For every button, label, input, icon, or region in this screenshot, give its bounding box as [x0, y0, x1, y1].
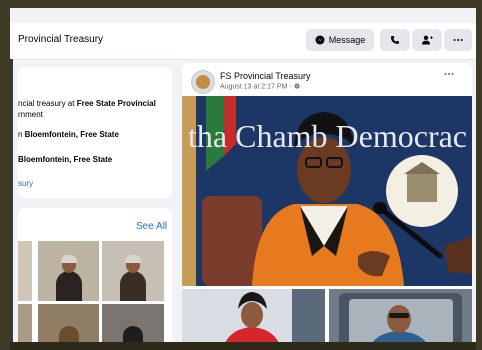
post-author-name[interactable]: FS Provincial Treasury	[220, 71, 311, 81]
page-header-bar: Provincial Treasury Message	[10, 23, 476, 60]
intro-description-cont: rnment	[18, 110, 43, 119]
post-more-icon[interactable]	[444, 72, 454, 76]
photo-thumbnail[interactable]	[102, 241, 164, 301]
phone-icon	[391, 36, 399, 44]
post-card: FS Provincial Treasury August 13 at 2:17…	[182, 63, 472, 342]
message-button[interactable]: Message	[306, 29, 374, 51]
secondary-photo-scene	[329, 289, 472, 342]
page-title[interactable]: Provincial Treasury	[18, 34, 103, 45]
add-person-icon	[421, 35, 433, 45]
secondary-photo-scene	[182, 289, 325, 342]
intro-city-link[interactable]: Bloemfontein, Free State	[25, 130, 119, 139]
facebook-page-frame: Provincial Treasury Message ncial treasu…	[10, 8, 476, 342]
photo-thumbnail[interactable]	[38, 241, 99, 301]
bottom-shadow-strip	[10, 342, 476, 350]
photos-card: See All	[18, 208, 172, 342]
post-secondary-photo[interactable]	[329, 289, 472, 342]
intro-hometown-link[interactable]: Bloemfontein, Free State	[18, 155, 112, 164]
intro-text: ncial treasury at	[18, 99, 77, 108]
photo-thumbnail[interactable]	[18, 241, 32, 301]
post-secondary-photo[interactable]	[182, 289, 325, 342]
intro-lives-in: n Bloemfontein, Free State	[18, 130, 119, 139]
photo-thumbnail[interactable]	[18, 304, 32, 342]
intro-description: ncial treasury at Free State Provincial	[18, 99, 156, 108]
post-main-photo[interactable]: tha Chamb Democrac	[182, 96, 472, 286]
more-options-button[interactable]	[444, 29, 472, 51]
post-timestamp[interactable]: August 13 at 2:17 PM ·	[220, 83, 300, 91]
post-timestamp-text: August 13 at 2:17 PM ·	[220, 83, 294, 91]
post-photo-banner-text: tha Chamb Democrac	[188, 118, 467, 154]
intro-card: ncial treasury at Free State Provincial …	[18, 67, 172, 198]
photo-thumbnail[interactable]	[38, 304, 99, 342]
intro-text: n	[18, 130, 25, 139]
see-all-photos-link[interactable]: See All	[136, 221, 167, 232]
globe-icon	[293, 83, 300, 89]
intro-from: Bloemfontein, Free State	[18, 155, 112, 164]
messenger-icon	[315, 35, 325, 45]
message-button-label: Message	[328, 35, 366, 45]
intro-website-link[interactable]: sury	[18, 179, 33, 188]
intro-org-link[interactable]: Free State Provincial	[77, 99, 156, 108]
more-horizontal-icon	[453, 39, 463, 41]
call-button[interactable]	[380, 29, 410, 51]
post-author-avatar[interactable]	[191, 70, 215, 94]
photo-thumbnail[interactable]	[102, 304, 164, 342]
add-friend-button[interactable]	[412, 29, 442, 51]
left-edge-scrollbar	[10, 59, 13, 342]
